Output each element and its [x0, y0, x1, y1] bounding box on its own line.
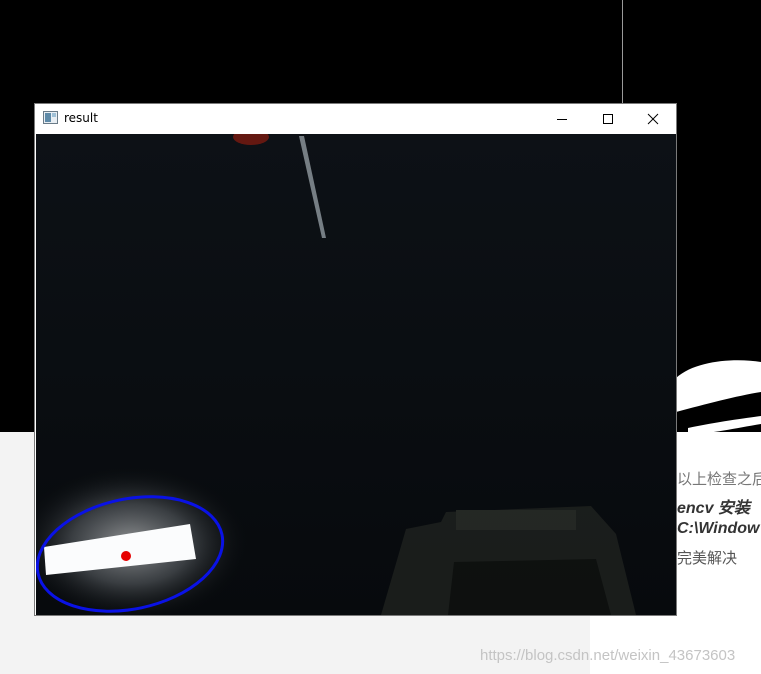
minimize-icon	[557, 119, 567, 120]
minimize-button[interactable]	[539, 104, 585, 134]
window-title: result	[64, 111, 98, 125]
window-titlebar[interactable]: result	[35, 104, 676, 134]
close-icon	[647, 113, 659, 125]
center-point	[121, 551, 131, 561]
close-button[interactable]	[630, 104, 676, 134]
maximize-icon	[603, 114, 613, 124]
maximize-button[interactable]	[585, 104, 631, 134]
background-divider	[622, 0, 623, 104]
camera-frame-image	[36, 134, 676, 615]
result-window[interactable]: result	[35, 104, 676, 615]
blog-text-line: 以上检查之后	[677, 471, 761, 488]
csdn-watermark: https://blog.csdn.net/weixin_43673603	[480, 647, 736, 664]
image-window-icon	[43, 111, 58, 124]
background-brush-strokes	[676, 360, 761, 434]
blog-text-line: 完美解决	[677, 550, 738, 567]
blog-text-line: C:\Window	[677, 520, 760, 537]
camera-frame	[36, 134, 676, 615]
blog-text-line: encv 安装	[677, 500, 750, 517]
